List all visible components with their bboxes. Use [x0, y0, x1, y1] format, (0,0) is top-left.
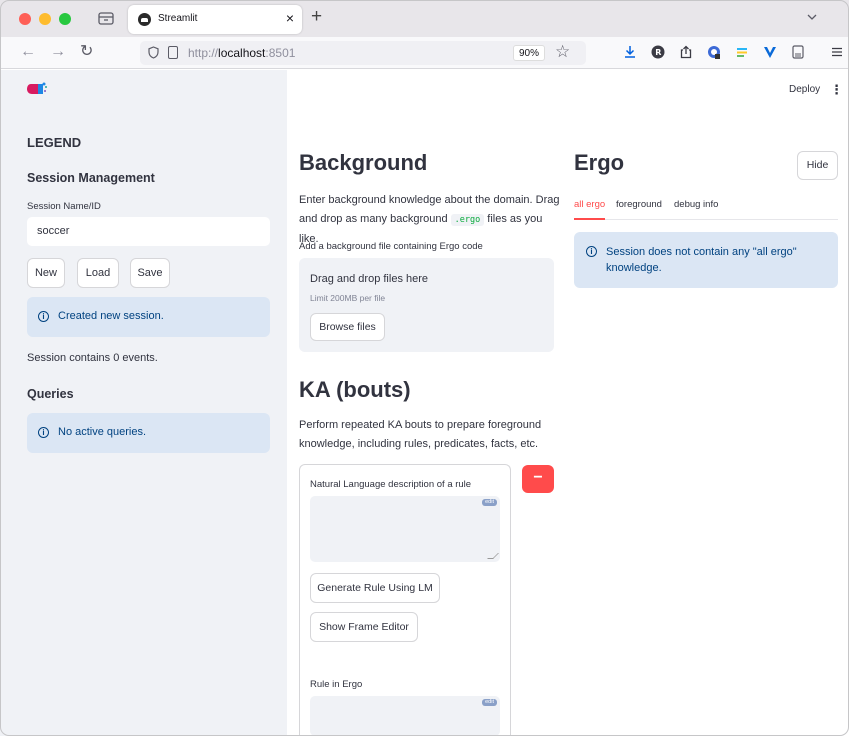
session-name-label: Session Name/ID — [27, 201, 101, 212]
ka-bouts-heading: KA (bouts) — [299, 377, 411, 402]
info-icon: i — [38, 311, 49, 322]
extension-c-icon[interactable] — [707, 45, 721, 59]
info-icon: i — [586, 246, 597, 257]
download-icon[interactable] — [623, 45, 637, 59]
browser-tab[interactable]: Streamlit × — [128, 5, 302, 34]
alert-text: Session does not contain any "all ergo" … — [606, 246, 797, 274]
chevron-down-icon[interactable] — [806, 11, 818, 23]
session-name-input[interactable]: soccer — [27, 217, 270, 246]
no-queries-alert: i No active queries. — [27, 413, 270, 453]
share-icon[interactable] — [679, 45, 693, 59]
main-menu-icon[interactable]: ⋮ — [830, 82, 843, 98]
session-management-heading: Session Management — [27, 171, 155, 185]
browse-files-button[interactable]: Browse files — [310, 313, 385, 341]
tab-title: Streamlit — [158, 13, 198, 24]
info-icon: i — [38, 427, 49, 438]
close-window-button[interactable] — [19, 13, 31, 25]
sidebar: LEGEND Session Management Session Name/I… — [0, 70, 287, 736]
new-session-button[interactable]: New — [27, 258, 65, 288]
alert-text: No active queries. — [58, 426, 147, 438]
background-file-label: Add a background file containing Ergo co… — [299, 241, 483, 252]
ka-description: Perform repeated KA bouts to prepare for… — [299, 419, 542, 450]
edit-tag[interactable]: edit — [482, 699, 497, 706]
hamburger-menu-icon[interactable] — [830, 45, 844, 59]
edit-tag[interactable]: edit — [482, 499, 497, 506]
queries-heading: Queries — [27, 387, 74, 401]
extension-r-icon[interactable]: R — [651, 45, 665, 59]
save-session-button[interactable]: Save — [130, 258, 170, 288]
zoom-window-button[interactable] — [59, 13, 71, 25]
extension-v-icon[interactable] — [763, 45, 777, 59]
app-logo-icon — [27, 82, 47, 94]
rule-in-ergo-textarea[interactable]: edit — [310, 696, 500, 736]
tab-debug-info[interactable]: debug info — [674, 199, 718, 210]
shield-icon[interactable] — [148, 46, 159, 59]
show-frame-editor-button[interactable]: Show Frame Editor — [310, 612, 418, 642]
reload-icon[interactable]: ↻ — [80, 43, 93, 61]
ergo-extension-code: .ergo — [450, 214, 485, 226]
zoom-level-badge[interactable]: 90% — [513, 45, 545, 61]
tab-close-icon[interactable]: × — [286, 10, 294, 26]
active-tab-indicator — [574, 218, 605, 220]
forward-arrow-icon[interactable]: → — [50, 43, 66, 61]
minimize-window-button[interactable] — [39, 13, 51, 25]
remove-bout-button[interactable]: − — [522, 465, 554, 493]
bookmark-star-icon[interactable]: ☆ — [555, 42, 570, 62]
legend-heading: LEGEND — [27, 135, 82, 150]
ergo-empty-alert: i Session does not contain any "all ergo… — [574, 232, 838, 288]
deploy-button[interactable]: Deploy — [789, 84, 820, 95]
tab-all-ergo[interactable]: all ergo — [574, 199, 605, 210]
extension-stack-icon[interactable] — [735, 45, 749, 59]
new-tab-button[interactable]: + — [311, 6, 322, 28]
load-session-button[interactable]: Load — [77, 258, 119, 288]
session-created-alert: i Created new session. — [27, 297, 270, 337]
generate-rule-button[interactable]: Generate Rule Using LM — [310, 573, 440, 603]
back-arrow-icon[interactable]: ← — [20, 43, 36, 61]
page-info-icon[interactable] — [168, 46, 178, 59]
tab-overview-icon[interactable] — [97, 10, 115, 26]
dropzone-limit: Limit 200MB per file — [310, 293, 386, 303]
file-dropzone[interactable]: Drag and drop files here Limit 200MB per… — [299, 258, 554, 352]
reader-view-icon[interactable] — [791, 45, 805, 59]
tab-foreground[interactable]: foreground — [616, 199, 662, 210]
dropzone-title: Drag and drop files here — [310, 273, 429, 285]
streamlit-favicon-icon — [138, 13, 151, 26]
streamlit-app: LEGEND Session Management Session Name/I… — [0, 70, 849, 736]
ergo-heading: Ergo — [574, 150, 625, 175]
browser-tab-bar: Streamlit × + — [0, 0, 849, 37]
svg-text:R: R — [655, 48, 661, 57]
nl-description-label: Natural Language description of a rule — [310, 479, 472, 490]
alert-text: Created new session. — [58, 310, 164, 322]
nl-description-textarea[interactable]: edit — [310, 496, 500, 562]
url-text: http://localhost:8501 — [188, 46, 296, 60]
ergo-tabs: all ergo foreground debug info — [574, 198, 838, 220]
rule-in-ergo-label: Rule in Ergo — [310, 679, 363, 690]
hide-button[interactable]: Hide — [797, 151, 838, 180]
browser-nav-bar: ← → ↻ http://localhost:8501 90% ☆ R — [0, 37, 849, 69]
background-heading: Background — [299, 150, 428, 175]
resize-handle-icon[interactable] — [487, 553, 499, 559]
session-events-text: Session contains 0 events. — [27, 352, 158, 364]
url-bar[interactable]: http://localhost:8501 90% ☆ — [140, 41, 586, 65]
